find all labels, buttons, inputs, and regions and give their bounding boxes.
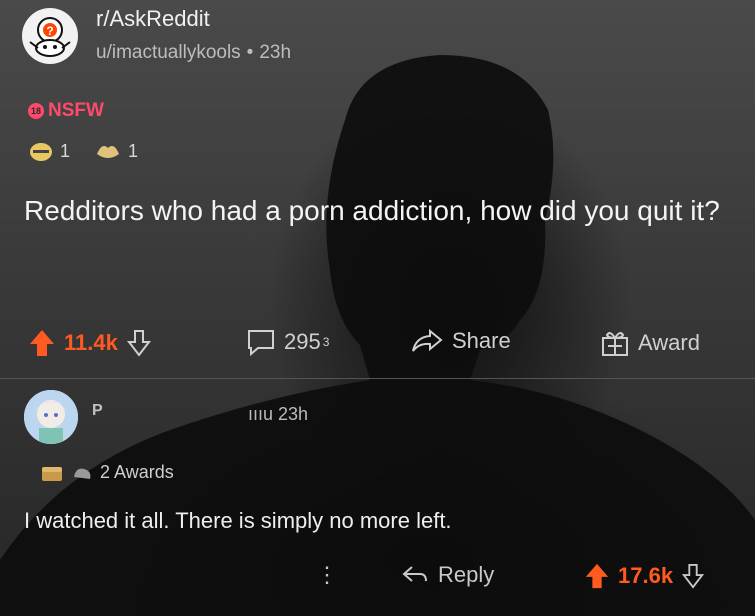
comment-action-bar: ⋮ Reply 17.6k [0, 562, 755, 602]
comment-meta: ıııu 23h [248, 404, 308, 425]
award-treasure-icon [42, 466, 62, 481]
award-silver-icon [74, 468, 91, 479]
comment-vote-count: 17.6k [618, 563, 674, 588]
section-divider [0, 378, 755, 379]
more-options-button[interactable]: ⋮ [316, 562, 338, 588]
comment-downvote-icon[interactable] [681, 563, 705, 589]
comment-bubble-icon [248, 330, 274, 356]
award-button[interactable]: Award [600, 328, 700, 358]
commenter-avatar[interactable] [24, 390, 78, 444]
gift-icon [602, 332, 628, 356]
comment-age: 23h [278, 404, 309, 424]
post-awards[interactable]: 1 1 [28, 140, 156, 162]
post-meta: u/imactuallykools • 23h [96, 42, 291, 64]
comment-upvote-icon[interactable] [584, 562, 610, 590]
downvote-arrow-icon[interactable] [126, 329, 152, 357]
award-count: 1 [60, 140, 71, 161]
share-label: Share [452, 328, 511, 353]
askreddit-logo-icon: ? [29, 17, 71, 57]
subreddit-avatar[interactable]: ? [22, 8, 78, 64]
award-item: 1 [28, 140, 70, 162]
reply-button[interactable]: Reply [400, 562, 494, 588]
comment-count: 295 [284, 329, 321, 354]
post-action-bar: 11.4k 295 3 Share Award [0, 328, 755, 368]
more-dots-icon: ⋮ [316, 562, 338, 587]
share-button[interactable]: Share [410, 328, 511, 354]
comment-body: I watched it all. There is simply no mor… [24, 508, 452, 533]
award-item: 1 [94, 140, 138, 162]
post-author[interactable]: u/imactuallykools [96, 42, 241, 63]
award-count: 1 [128, 140, 139, 161]
nsfw-tag: 18 NSFW [28, 100, 104, 122]
comment-count-glitch: 3 [322, 335, 330, 349]
comment-awards[interactable]: 2 Awards [40, 462, 174, 483]
commenter-username[interactable]: P [92, 402, 103, 420]
anime-avatar-image [24, 390, 78, 444]
award-face-icon [30, 143, 52, 161]
svg-text:?: ? [46, 24, 53, 38]
award-hands-icon [97, 146, 120, 158]
comment-vote-group: 17.6k [584, 562, 705, 590]
post-age: 23h [259, 42, 292, 63]
share-arrow-icon [412, 328, 443, 352]
post-vote-count: 11.4k [64, 330, 118, 355]
meta-separator: • [246, 42, 254, 63]
comments-button[interactable]: 295 3 [246, 328, 329, 356]
reply-arrow-icon [402, 566, 427, 582]
commenter-username-fragment: ıııu [248, 404, 274, 424]
award-label: Award [638, 330, 700, 355]
nsfw-label: NSFW [48, 100, 104, 121]
comment-awards-label: 2 Awards [100, 462, 174, 482]
subreddit-name[interactable]: r/AskReddit [96, 6, 210, 32]
nsfw-18-icon: 18 [28, 103, 44, 119]
vote-group: 11.4k [28, 328, 152, 358]
post-title[interactable]: Redditors who had a porn addiction, how … [24, 192, 724, 230]
upvote-arrow-icon[interactable] [28, 328, 56, 358]
reply-label: Reply [438, 562, 495, 587]
